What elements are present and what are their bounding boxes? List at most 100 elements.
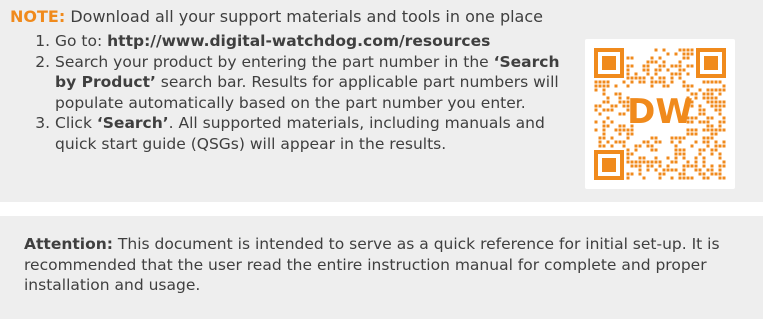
dw-logo: DW [627, 92, 693, 132]
qr-module [702, 136, 706, 140]
note-line: NOTE: Download all your support material… [10, 6, 543, 28]
qr-module [650, 164, 654, 168]
qr-module [706, 80, 710, 84]
qr-module [638, 172, 642, 176]
qr-module [682, 152, 686, 156]
qr-module [614, 104, 618, 108]
qr-module [634, 148, 638, 152]
qr-module [658, 172, 662, 176]
qr-module [602, 120, 606, 124]
qr-module [642, 140, 646, 144]
qr-module [670, 168, 674, 172]
qr-module [646, 60, 650, 64]
qr-module [674, 64, 678, 68]
qr-module [686, 160, 690, 164]
qr-module [622, 144, 626, 148]
qr-module [630, 172, 634, 176]
qr-module [706, 96, 710, 100]
qr-module [718, 164, 722, 168]
qr-module [626, 172, 630, 176]
qr-module [610, 144, 614, 148]
qr-module [642, 76, 646, 80]
qr-module [682, 56, 686, 60]
qr-module [702, 140, 706, 144]
qr-module [638, 144, 642, 148]
qr-module [678, 148, 682, 152]
qr-module [670, 80, 674, 84]
step-number: 2. [35, 52, 50, 71]
qr-module [658, 68, 662, 72]
qr-module [642, 176, 646, 180]
qr-module [706, 144, 710, 148]
qr-module [718, 168, 722, 172]
qr-module [698, 172, 702, 176]
qr-module [638, 160, 642, 164]
qr-module [718, 128, 722, 132]
qr-module [662, 84, 666, 88]
qr-module [666, 68, 670, 72]
qr-module [658, 56, 662, 60]
qr-module [670, 76, 674, 80]
attention-label: Attention: [24, 235, 113, 253]
qr-module [718, 152, 722, 156]
qr-module [650, 56, 654, 60]
qr-module [626, 148, 630, 152]
qr-module [710, 100, 714, 104]
qr-module [722, 120, 726, 124]
qr-module [618, 128, 622, 132]
step-prefix: Go to: [55, 32, 108, 50]
qr-module [626, 68, 630, 72]
qr-module [686, 132, 690, 136]
qr-module [694, 156, 698, 160]
qr-module [646, 140, 650, 144]
qr-module [718, 176, 722, 180]
qr-module [682, 136, 686, 140]
qr-module [678, 60, 682, 64]
qr-module [630, 152, 634, 156]
qr-module [718, 100, 722, 104]
qr-module [714, 140, 718, 144]
qr-module [614, 128, 618, 132]
qr-code[interactable]: DW [585, 39, 735, 189]
qr-module [698, 148, 702, 152]
qr-module [662, 172, 666, 176]
qr-module [594, 128, 598, 132]
qr-module [702, 176, 706, 180]
qr-module [598, 136, 602, 140]
qr-module [646, 164, 650, 168]
qr-module [718, 112, 722, 116]
qr-module [626, 72, 630, 76]
qr-module [626, 152, 630, 156]
qr-module [602, 128, 606, 132]
qr-module [598, 80, 602, 84]
qr-module [710, 164, 714, 168]
qr-module [718, 172, 722, 176]
resources-url[interactable]: http://www.digital-watchdog.com/resource… [107, 32, 490, 50]
qr-module [702, 156, 706, 160]
qr-module [702, 160, 706, 164]
qr-module [650, 76, 654, 80]
qr-module [602, 88, 606, 92]
qr-module [670, 160, 674, 164]
qr-module [694, 132, 698, 136]
support-note-panel: NOTE: Download all your support material… [0, 0, 763, 202]
qr-module [662, 60, 666, 64]
qr-module [626, 136, 630, 140]
qr-module [694, 168, 698, 172]
qr-module [622, 112, 626, 116]
qr-module [674, 160, 678, 164]
qr-module [706, 128, 710, 132]
qr-module [702, 128, 706, 132]
qr-module [626, 132, 630, 136]
qr-module [654, 60, 658, 64]
qr-module [690, 176, 694, 180]
qr-module [654, 160, 658, 164]
qr-module [594, 88, 598, 92]
qr-module [722, 160, 726, 164]
qr-module [722, 104, 726, 108]
qr-module [622, 104, 626, 108]
qr-module [610, 108, 614, 112]
qr-module [642, 68, 646, 72]
qr-module [654, 156, 658, 160]
qr-module [598, 112, 602, 116]
